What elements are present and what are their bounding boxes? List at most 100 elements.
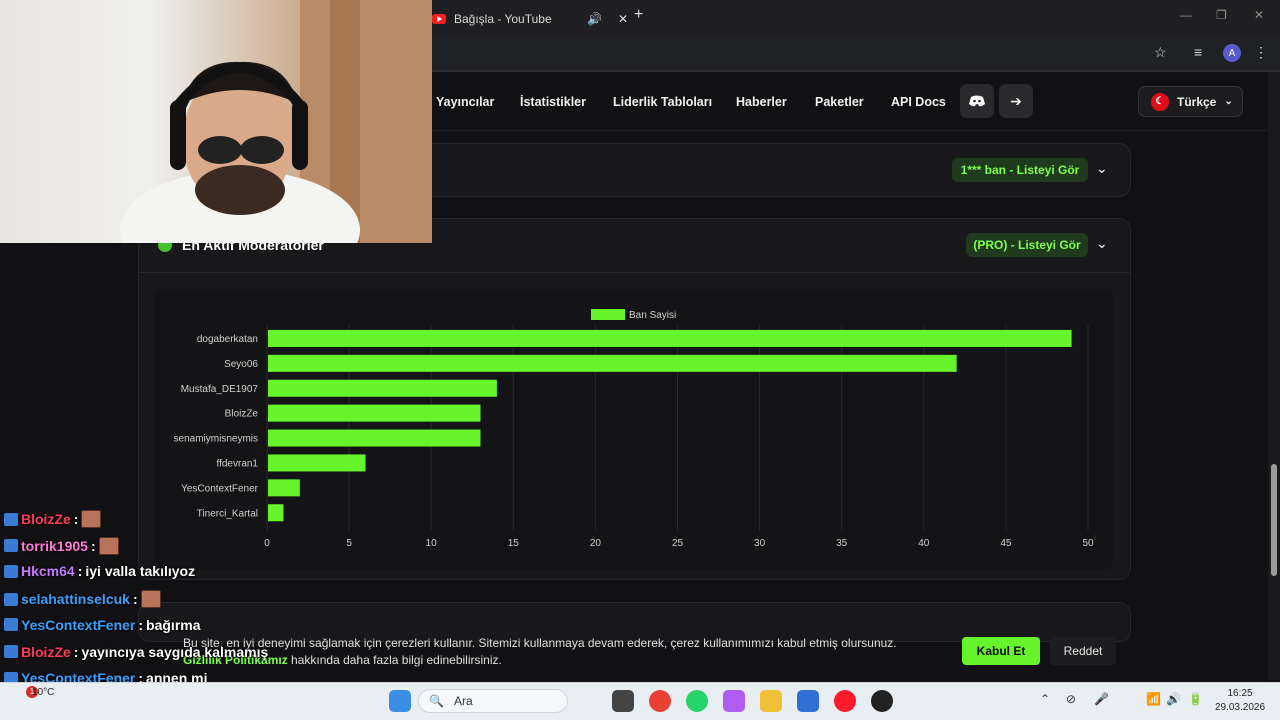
x-tick-label: 0 (264, 538, 270, 549)
wifi-icon[interactable]: 📶 (1146, 692, 1161, 706)
badge-icon (4, 645, 18, 658)
discord-icon[interactable] (960, 84, 994, 118)
chat-separator: : (132, 591, 138, 608)
store-icon[interactable] (797, 690, 819, 712)
nav-haberler[interactable]: Haberler (736, 95, 787, 109)
whatsapp-icon[interactable] (686, 690, 708, 712)
tray-chevron-icon[interactable]: ⌃ (1040, 692, 1050, 706)
chat-message: BloizZe: (4, 510, 102, 528)
emote-icon (81, 510, 102, 528)
search-placeholder: Ara (453, 694, 473, 708)
window-close-icon[interactable]: ✕ (1254, 8, 1264, 22)
language-label: Türkçe (1177, 94, 1217, 109)
x-tick-label: 15 (508, 538, 520, 549)
badge-icon (4, 512, 18, 526)
obs-icon[interactable] (871, 690, 893, 712)
turkey-flag-icon: ☾ (1151, 92, 1169, 111)
chat-message: selahattinselcuk: (4, 590, 161, 609)
profile-avatar[interactable]: A (1223, 44, 1241, 62)
x-tick-label: 25 (672, 538, 684, 549)
chat-username: selahattinselcuk (21, 591, 130, 608)
close-tab-icon[interactable]: ✕ (618, 12, 628, 26)
emote-icon (140, 590, 161, 609)
x-tick-label: 5 (346, 538, 352, 549)
category-label: Tinerci_Kartal (197, 508, 258, 519)
badge-icon (4, 592, 18, 606)
chrome-icon[interactable] (649, 690, 671, 712)
nav-api-docs[interactable]: API Docs (891, 95, 946, 109)
x-tick-label: 50 (1082, 538, 1094, 549)
chevron-down-icon[interactable]: ⌄ (1096, 235, 1108, 252)
taskbar (0, 682, 1280, 720)
address-bar[interactable]: ☆ ≡ ⋮ (432, 34, 1280, 72)
chat-separator: : (73, 511, 79, 527)
clock[interactable]: 16:25 29.03.2026 (1212, 687, 1268, 715)
page-scrollbar[interactable] (1268, 72, 1280, 680)
file-explorer-icon[interactable] (760, 690, 782, 712)
tab-title: Bağışla - YouTube (454, 12, 552, 26)
sync-icon[interactable]: ⊘ (1066, 692, 1076, 706)
x-tick-label: 20 (590, 538, 602, 549)
youtube-icon (432, 14, 446, 24)
legend-label: Ban Sayisi (629, 310, 676, 321)
badge-icon (4, 539, 18, 553)
media-control-icon[interactable]: ≡ (1194, 44, 1202, 60)
bar (268, 379, 497, 397)
chat-separator: : (90, 537, 96, 554)
category-label: dogaberkatan (197, 334, 258, 345)
task-view-icon[interactable] (612, 690, 634, 712)
bar (268, 454, 366, 472)
language-selector[interactable]: ☾ Türkçe ⌄ (1138, 86, 1243, 117)
x-tick-label: 45 (1000, 538, 1012, 549)
x-tick-label: 40 (918, 538, 930, 549)
chevron-down-icon[interactable]: ⌄ (1096, 160, 1108, 177)
chat-message: torrik1905: (4, 536, 119, 555)
microphone-icon[interactable]: 🎤 (1094, 692, 1109, 706)
copilot-icon[interactable] (723, 690, 745, 712)
pro-list-button[interactable]: (PRO) - Listeyi Gör (966, 233, 1088, 257)
nav-yayincilar[interactable]: Yayıncılar (436, 95, 494, 109)
category-label: Mustafa_DE1907 (181, 384, 259, 395)
chat-message: BloizZe: yayıncıya saygıda kalmamış (4, 644, 268, 660)
chat-username: BloizZe (21, 643, 71, 660)
weather-widget[interactable]: 10°C (32, 687, 54, 698)
chat-message: YesContextFener: bağırma (4, 617, 201, 633)
chat-text: yayıncıya saygıda kalmamış (81, 643, 269, 660)
login-icon[interactable]: ➔ (999, 84, 1033, 118)
taskbar-search[interactable]: 🔍 Ara (418, 689, 568, 713)
chart-container: 0 5 10 15 20 25 30 35 40 45 50 Ban Sayisi dogaberkat… (155, 289, 1113, 570)
ban-chart: 0 5 10 15 20 25 30 35 40 45 50 Ban Sayisi dogaberkat… (174, 309, 1094, 549)
chat-separator: : (73, 643, 79, 660)
battery-icon[interactable]: 🔋 (1188, 692, 1203, 706)
accept-cookies-button[interactable]: Kabul Et (962, 637, 1040, 665)
badge-icon (4, 564, 18, 578)
new-tab-button[interactable]: + (634, 6, 643, 24)
nav-istatistikler[interactable]: İstatistikler (520, 95, 586, 109)
nav-paketler[interactable]: Paketler (815, 95, 864, 109)
reject-cookies-button[interactable]: Reddet (1050, 637, 1116, 665)
restore-icon[interactable]: ❐ (1216, 8, 1227, 22)
bar (268, 329, 1072, 347)
nav-liderlik[interactable]: Liderlik Tabloları (613, 95, 712, 109)
clock-date: 29.03.2026 (1214, 702, 1266, 713)
chevron-down-icon: ⌄ (1224, 96, 1233, 107)
speaker-icon[interactable]: 🔊 (587, 12, 602, 26)
category-label: Seyo06 (224, 359, 258, 370)
chat-text: bağırma (146, 616, 201, 633)
opera-icon[interactable] (834, 690, 856, 712)
cookie-text: Bu site, en iyi deneyimi sağlamak için ç… (183, 636, 897, 667)
chat-message: Hkcm64: iyi valla takılıyoz (4, 563, 195, 579)
chat-username: YesContextFener (21, 616, 136, 633)
bar (268, 479, 300, 497)
menu-icon[interactable]: ⋮ (1254, 44, 1268, 61)
webcam-overlay (0, 0, 432, 243)
volume-icon[interactable]: 🔊 (1166, 692, 1181, 706)
windows-start-icon[interactable] (389, 690, 411, 712)
bar (268, 429, 481, 447)
browser-tab[interactable]: Bağışla - YouTube 🔊 ✕ (432, 4, 628, 34)
minimize-icon[interactable]: — (1180, 8, 1192, 22)
ban-list-button[interactable]: 1*** ban - Listeyi Gör (952, 158, 1088, 182)
search-icon: 🔍 (429, 694, 444, 708)
bookmark-star-icon[interactable]: ☆ (1154, 44, 1167, 61)
chat-separator: : (138, 616, 144, 633)
